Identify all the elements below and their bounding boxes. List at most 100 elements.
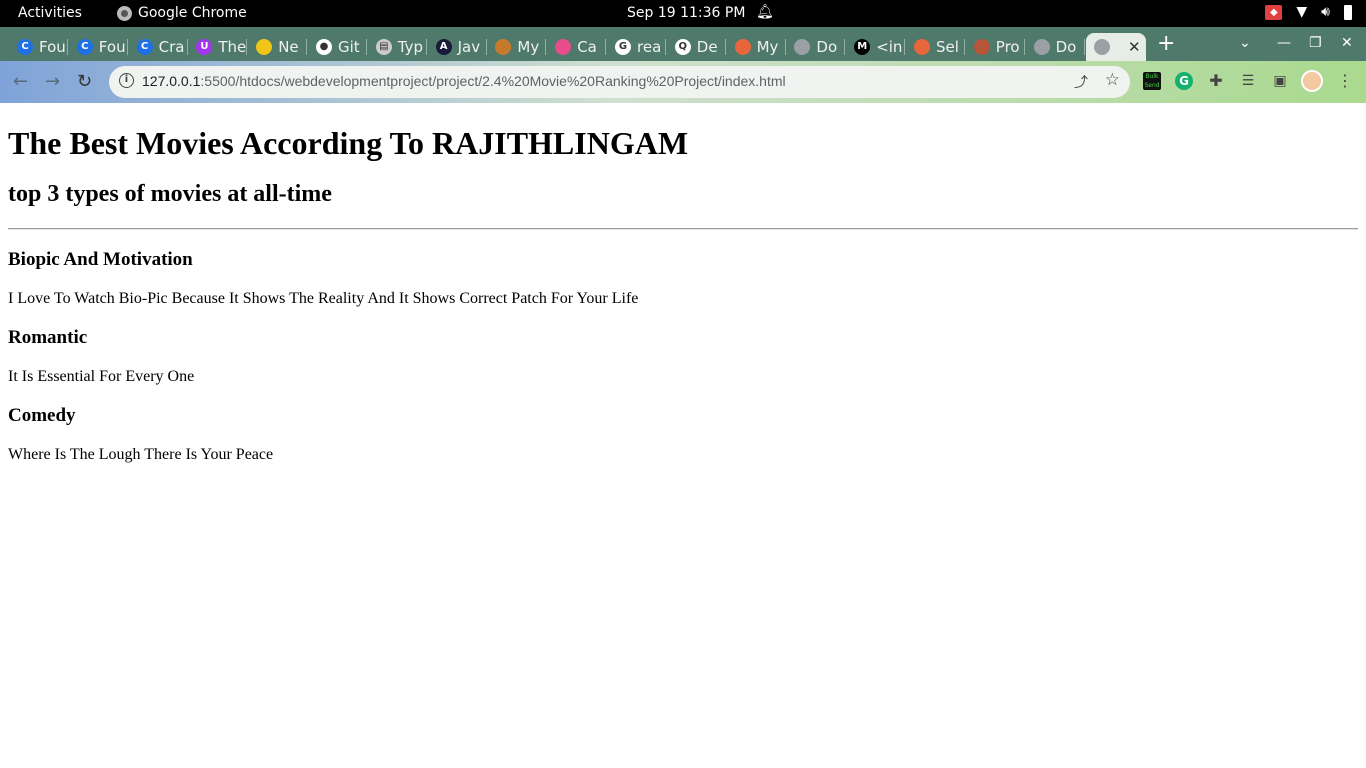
section-text: It Is Essential For Every One <box>8 368 195 385</box>
bell-icon: 🔔︎ <box>756 4 774 20</box>
tab-label: Do <box>816 38 838 56</box>
tab-label: The <box>218 38 247 56</box>
tab-15[interactable]: M <in <box>846 33 906 61</box>
tab-6[interactable]: ● Git <box>308 33 367 61</box>
page-subtitle: top 3 types of movies at all-time <box>8 181 332 207</box>
tab-11[interactable]: Grea <box>607 33 666 61</box>
tab-7[interactable]: ▤ Typ <box>368 33 427 61</box>
tab-label: My <box>517 38 540 56</box>
section-heading: Romantic <box>8 327 88 348</box>
tab-label: De <box>696 38 718 56</box>
tab-separator <box>1083 39 1085 55</box>
system-top-bar: Activities Google Chrome Sep 19 11:36 PM… <box>0 0 1366 27</box>
restore-button[interactable]: ❐ <box>1309 35 1322 51</box>
battery-icon <box>1344 4 1352 20</box>
volume-icon: 🔊︎ <box>1321 4 1330 20</box>
back-icon[interactable]: ← <box>13 71 28 92</box>
tab-5[interactable]: Ne <box>248 33 308 61</box>
tab-12[interactable]: Q De <box>667 33 726 61</box>
minimize-button[interactable]: — <box>1277 35 1291 51</box>
tab-14[interactable]: Do <box>786 33 846 61</box>
tab-13[interactable]: My <box>727 33 786 61</box>
movie-section-1: Biopic And Motivation I Love To Watch Bi… <box>8 249 1358 308</box>
tab-label: Typ <box>397 38 424 56</box>
grammarly-extension-icon[interactable]: G <box>1175 72 1193 90</box>
share-icon[interactable]: ⤴ <box>1074 72 1088 92</box>
tab-label: Git <box>338 38 360 56</box>
site-icon <box>256 39 273 55</box>
globe-icon <box>1033 39 1050 55</box>
profile-avatar[interactable] <box>1301 70 1323 92</box>
section-heading: Biopic And Motivation <box>8 249 193 270</box>
tab-16[interactable]: Sel <box>906 33 965 61</box>
movie-section-3: Comedy Where Is The Lough There Is Your … <box>8 405 1358 464</box>
tab-label: Do <box>1055 38 1077 56</box>
angular-icon: A <box>435 39 452 55</box>
tab-label: Fou <box>98 38 126 56</box>
tab-active[interactable]: ✕ <box>1086 33 1146 61</box>
tab-label: <in <box>876 38 903 56</box>
tab-label: Ne <box>278 38 299 56</box>
url-text[interactable]: 127.0.0.1:5500/htdocs/webdevelopmentproj… <box>142 73 786 89</box>
divider <box>8 228 1358 230</box>
activities-button[interactable]: Activities <box>18 5 82 21</box>
bulk-send-extension-icon[interactable]: Bulk Send <box>1143 72 1161 90</box>
tab-label: Pro <box>995 38 1020 56</box>
media-queue-icon[interactable]: ☰ <box>1239 72 1257 90</box>
coursera-icon: C <box>76 39 93 55</box>
tab-10[interactable]: Ca <box>547 33 607 61</box>
tab-9[interactable]: My <box>487 33 547 61</box>
info-icon[interactable]: i <box>119 73 134 88</box>
tab-8[interactable]: A Jav <box>428 33 487 61</box>
side-panel-icon[interactable]: ▣ <box>1271 72 1289 90</box>
site-icon <box>914 39 930 55</box>
tab-18[interactable]: Do <box>1026 33 1085 61</box>
close-window-button[interactable]: ✕ <box>1341 35 1353 51</box>
document-icon: ▤ <box>375 39 392 55</box>
udemy-icon: U <box>196 39 213 55</box>
section-heading: Comedy <box>8 405 76 426</box>
tab-search-icon[interactable]: ⌄ <box>1239 35 1251 51</box>
wifi-icon: ▼ <box>1296 4 1308 20</box>
tab-label: Ca <box>577 38 597 56</box>
tab-2[interactable]: C Fou <box>69 33 128 61</box>
coursera-icon: C <box>17 39 33 55</box>
forward-icon[interactable]: → <box>45 71 60 92</box>
tab-3[interactable]: C Cra <box>129 33 188 61</box>
tab-label: Fou <box>39 38 66 56</box>
globe-icon <box>1094 39 1110 55</box>
extensions-puzzle-icon[interactable]: ✚ <box>1207 72 1225 90</box>
google-icon: G <box>615 39 631 55</box>
search-site-icon: Q <box>674 39 691 55</box>
section-text: I Love To Watch Bio-Pic Because It Shows… <box>8 290 639 307</box>
address-bar[interactable]: i 127.0.0.1:5500/htdocs/webdevelopmentpr… <box>109 66 1130 98</box>
indicator-icon[interactable]: ◆ <box>1265 4 1283 20</box>
app-name: Google Chrome <box>138 5 247 21</box>
chrome-icon <box>117 5 132 21</box>
tab-4[interactable]: U The <box>188 33 248 61</box>
medium-icon: M <box>854 39 871 55</box>
bookmark-star-icon[interactable]: ☆ <box>1105 70 1120 90</box>
site-icon <box>973 39 990 55</box>
section-text: Where Is The Lough There Is Your Peace <box>8 446 274 463</box>
site-icon <box>734 39 751 55</box>
reload-icon[interactable]: ↻ <box>77 71 92 92</box>
app-menu[interactable]: Google Chrome <box>117 5 247 21</box>
tab-1[interactable]: C Fou <box>9 33 68 61</box>
clock[interactable]: Sep 19 11:36 PM <box>627 5 745 21</box>
tab-17[interactable]: Pro <box>966 33 1025 61</box>
web-page-content: The Best Movies According To RAJITHLINGA… <box>0 103 1366 768</box>
coursera-icon: C <box>136 39 153 55</box>
tab-label: rea <box>637 38 662 56</box>
site-icon <box>495 39 512 55</box>
globe-icon <box>794 39 811 55</box>
new-tab-button[interactable]: + <box>1157 33 1175 55</box>
system-tray[interactable]: ◆ ▼ 🔊︎ <box>1265 4 1352 20</box>
movie-section-2: Romantic It Is Essential For Every One <box>8 327 1358 386</box>
close-tab-icon[interactable]: ✕ <box>1128 38 1141 56</box>
menu-kebab-icon[interactable]: ⋮ <box>1336 72 1354 90</box>
tab-label: Cra <box>158 38 185 56</box>
tab-label: My <box>756 38 779 56</box>
page-title: The Best Movies According To RAJITHLINGA… <box>8 125 689 161</box>
github-icon: ● <box>316 39 332 55</box>
